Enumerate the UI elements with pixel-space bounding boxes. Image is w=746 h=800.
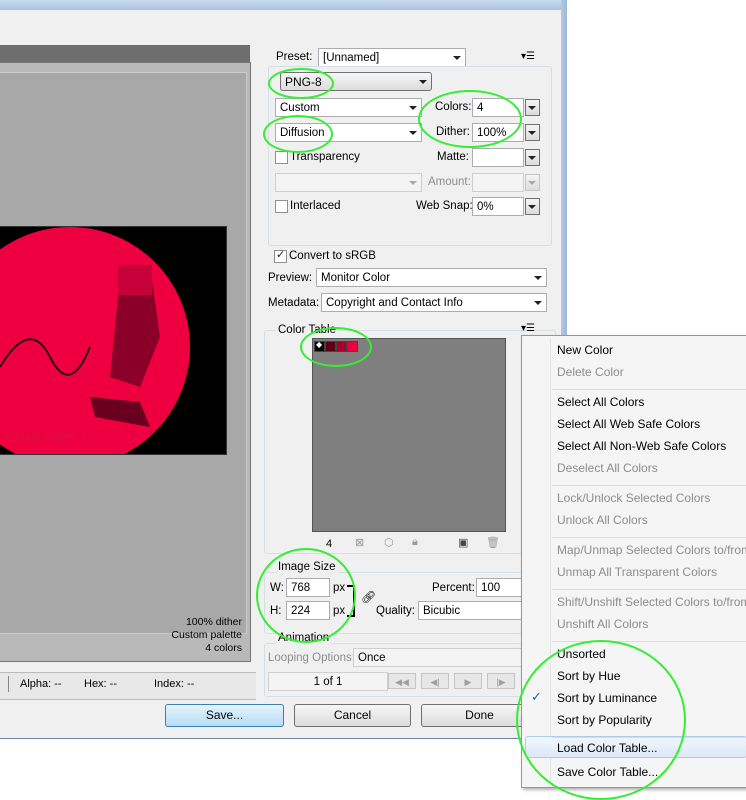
matte-label: Matte:	[437, 151, 469, 163]
annotation-ring-diffusion	[263, 115, 333, 153]
menu-map-unmap[interactable]: Map/Unmap Selected Colors to/from	[557, 543, 746, 557]
preset-value: [Unnamed]	[323, 52, 380, 64]
annotation-ring-sort-menu	[516, 640, 686, 800]
dither-dropdown-button[interactable]	[525, 124, 540, 141]
color-table-menu-icon[interactable]: ▾☰	[521, 323, 539, 335]
menu-delete-color[interactable]: Delete Color	[557, 365, 624, 379]
convert-srgb-checkbox[interactable]	[274, 248, 287, 263]
menu-lock-unlock[interactable]: Lock/Unlock Selected Colors	[557, 491, 710, 505]
menu-new-color[interactable]: New Color	[557, 343, 613, 357]
status-divider	[8, 676, 9, 692]
interlaced-checkbox[interactable]	[275, 200, 288, 213]
menu-separator	[552, 589, 746, 590]
status-hex: Hex: --	[84, 678, 117, 690]
preview-image: 's finally linked !!	[0, 226, 227, 455]
status-index: Index: --	[154, 678, 195, 690]
menu-select-non-web-safe[interactable]: Select All Non-Web Safe Colors	[557, 439, 726, 453]
menu-separator	[552, 389, 746, 390]
menu-separator	[552, 485, 746, 486]
first-frame-button[interactable]: ◀◀	[388, 673, 416, 689]
color-count: 4	[326, 538, 333, 550]
status-alpha: Alpha: --	[20, 678, 62, 690]
interlaced-label: Interlaced	[290, 200, 341, 212]
annotation-ring-colors-dither	[418, 90, 522, 148]
looping-dropdown[interactable]: Once	[353, 648, 524, 667]
convert-srgb-label: Convert to sRGB	[289, 250, 376, 262]
preset-dropdown[interactable]: [Unnamed]	[318, 48, 466, 67]
quality-label: Quality:	[376, 605, 415, 617]
info-colors: 4 colors	[205, 642, 242, 654]
annotation-ring-image-size	[256, 548, 356, 643]
link-chain-icon[interactable]: 🔗︎	[361, 590, 376, 604]
window-title-bar	[0, 0, 566, 10]
metadata-label: Metadata:	[268, 297, 320, 309]
next-frame-button[interactable]: |▶	[487, 673, 515, 689]
optimize-menu-icon[interactable]: ▾☰	[521, 51, 537, 63]
transparency-dither-dropdown[interactable]	[275, 173, 422, 192]
percent-label: Percent:	[432, 582, 475, 594]
menu-select-all[interactable]: Select All Colors	[557, 395, 644, 409]
frame-counter: 1 of 1	[268, 672, 388, 691]
preview-tab-bar	[0, 45, 250, 63]
matte-field[interactable]	[472, 148, 524, 167]
looping-label: Looping Options:	[268, 652, 355, 664]
menu-unshift-all[interactable]: Unshift All Colors	[557, 617, 648, 631]
info-palette: Custom palette	[171, 629, 242, 641]
menu-separator	[552, 537, 746, 538]
preview-info: 100% dither Custom palette 4 colors	[150, 616, 242, 655]
color-table-grid[interactable]: ◆	[312, 338, 506, 532]
web-shift-icon[interactable]: ⊠	[355, 536, 364, 549]
metadata-dropdown[interactable]: Copyright and Contact Info	[321, 293, 547, 312]
menu-select-web-safe[interactable]: Select All Web Safe Colors	[557, 417, 700, 431]
previous-frame-button[interactable]: ◀|	[421, 673, 449, 689]
websnap-dropdown-button[interactable]	[525, 198, 540, 215]
save-button[interactable]: Save...	[165, 704, 284, 727]
new-color-icon[interactable]: ▣	[458, 536, 468, 549]
quality-dropdown[interactable]: Bicubic	[418, 601, 524, 620]
image-caption: 's finally linked !!	[0, 429, 87, 443]
annotation-ring-swatches	[300, 327, 372, 367]
menu-unlock-all[interactable]: Unlock All Colors	[557, 513, 648, 527]
trash-icon[interactable]: 🗑︎	[486, 536, 500, 549]
metadata-value: Copyright and Contact Info	[326, 297, 463, 309]
menu-unmap-transparent[interactable]: Unmap All Transparent Colors	[557, 565, 717, 579]
amount-field[interactable]	[472, 173, 524, 192]
percent-field[interactable]: 100	[476, 578, 524, 597]
web-snap-cube-icon[interactable]: ⬡	[384, 536, 394, 549]
preset-label: Preset:	[276, 51, 313, 63]
preview-label: Preview:	[268, 272, 313, 284]
amount-dropdown-button[interactable]	[525, 174, 540, 191]
transparency-checkbox[interactable]	[275, 151, 288, 164]
robot-image-art	[0, 227, 190, 454]
menu-deselect-all[interactable]: Deselect All Colors	[557, 461, 658, 475]
reduction-value: Custom	[280, 102, 320, 114]
info-dither: 100% dither	[185, 616, 242, 628]
cancel-button[interactable]: Cancel	[294, 704, 411, 727]
websnap-label: Web Snap:	[416, 200, 473, 212]
colors-dropdown-button[interactable]	[525, 99, 540, 116]
play-button[interactable]: ▶	[454, 673, 482, 689]
preview-value: Monitor Color	[321, 272, 391, 284]
amount-label: Amount:	[428, 176, 471, 188]
websnap-field[interactable]: 0%	[472, 197, 524, 216]
annotation-ring-format	[268, 68, 334, 99]
menu-shift-unshift[interactable]: Shift/Unshift Selected Colors to/from	[557, 595, 746, 609]
matte-dropdown-button[interactable]	[525, 149, 540, 166]
lock-icon[interactable]: 🔒︎	[412, 536, 418, 549]
preview-dropdown[interactable]: Monitor Color	[316, 268, 547, 287]
